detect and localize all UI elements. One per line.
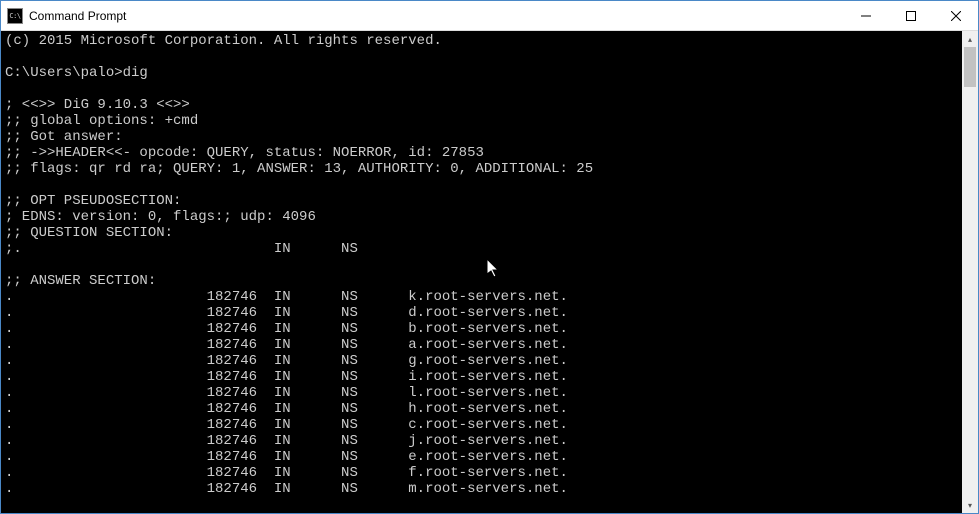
window-title: Command Prompt (29, 9, 843, 23)
scroll-down-button[interactable]: ▾ (962, 497, 978, 513)
terminal-output[interactable]: (c) 2015 Microsoft Corporation. All righ… (1, 31, 962, 513)
titlebar[interactable]: C:\ Command Prompt (1, 1, 978, 31)
scrollbar-thumb[interactable] (964, 47, 976, 87)
terminal-container: (c) 2015 Microsoft Corporation. All righ… (1, 31, 978, 513)
maximize-button[interactable] (888, 1, 933, 30)
app-icon: C:\ (7, 8, 23, 24)
window-frame: C:\ Command Prompt (c) 2015 Microsoft Co… (0, 0, 979, 514)
vertical-scrollbar[interactable]: ▴ ▾ (962, 31, 978, 513)
minimize-button[interactable] (843, 1, 888, 30)
scrollbar-track[interactable] (962, 47, 978, 497)
window-controls (843, 1, 978, 30)
scroll-up-button[interactable]: ▴ (962, 31, 978, 47)
close-button[interactable] (933, 1, 978, 30)
